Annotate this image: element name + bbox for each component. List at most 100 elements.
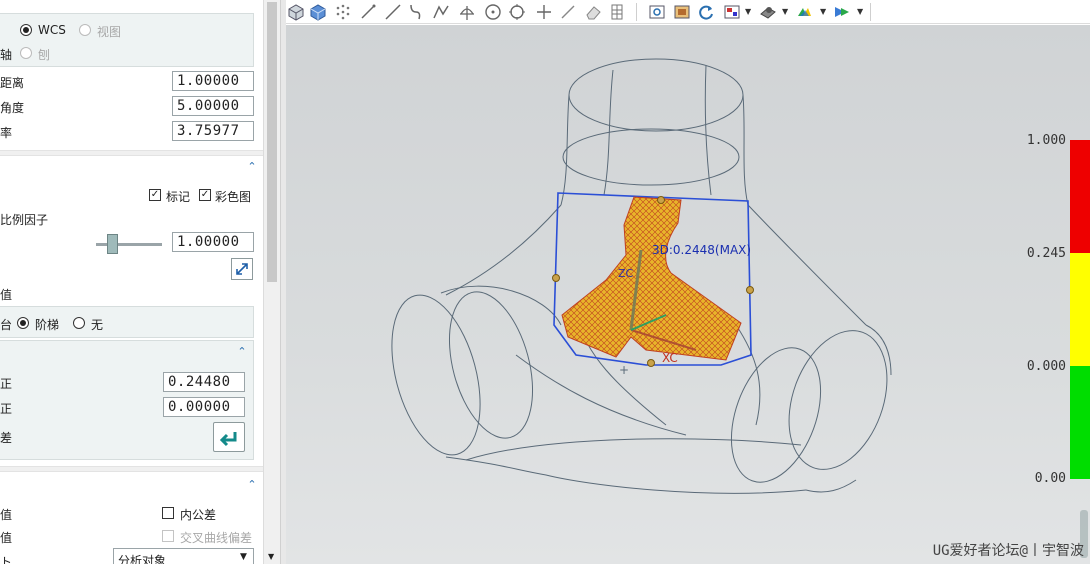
graphics-toolbar: ▼ ▼ ▼ ▼ <box>286 0 1090 24</box>
marker-label: 标记 <box>166 190 191 204</box>
eraser-icon[interactable] <box>583 2 603 22</box>
coord-row2-label: 轴 <box>0 48 13 62</box>
xc-axis-label: XC <box>662 351 678 365</box>
rate-input[interactable]: 3.75977 <box>172 121 254 141</box>
polyline-icon[interactable] <box>431 2 451 22</box>
colormap-label: 彩色图 <box>215 190 252 204</box>
circle-icon[interactable] <box>483 2 503 22</box>
tolerance-group: ⌃ 正 0.24480 正 0.00000 差 <box>0 340 254 460</box>
legend-value-1: 1.000 <box>1026 133 1066 148</box>
none-radio[interactable] <box>73 317 85 329</box>
render-icon[interactable] <box>672 2 692 22</box>
positive-tol-input[interactable]: 0.24480 <box>163 372 245 392</box>
none-label: 无 <box>91 318 104 332</box>
inner-tolerance-checkbox[interactable] <box>162 507 174 519</box>
negative-tol-label: 正 <box>0 402 13 416</box>
origin-cross-icon: + <box>619 363 629 377</box>
scroll-down-chevron-icon[interactable]: ▼ <box>268 552 274 561</box>
model-canvas: XC ZC 3D:0.2448(MAX) + <box>391 58 892 494</box>
collapse-bottom-chevron-up-icon[interactable]: ⌃ <box>246 479 258 490</box>
colormap-checkbox[interactable]: ✓ <box>199 189 211 201</box>
slash-icon[interactable] <box>558 2 578 22</box>
distance-label: 距离 <box>0 76 25 90</box>
forum-watermark: UG爱好者论坛@丨宇智波 <box>932 543 1084 559</box>
scale-factor-label: 比例因子 <box>0 213 49 227</box>
line-icon[interactable] <box>358 2 378 22</box>
cross-curve-checkbox[interactable] <box>162 530 174 542</box>
view-layout-icon[interactable] <box>722 2 742 22</box>
inner-tolerance-label: 内公差 <box>180 508 217 522</box>
analysis-dialog-panel: WCS 视图 轴 刨 距离 1.00000 角度 5.00000 率 3.759… <box>0 0 263 564</box>
distance-input[interactable]: 1.00000 <box>172 71 254 91</box>
view-radio[interactable] <box>79 24 91 36</box>
collapse-display-chevron-up-icon[interactable]: ⌃ <box>246 161 258 172</box>
circle2-icon[interactable] <box>507 2 527 22</box>
select-chevron-down-icon: ▼ <box>240 552 247 562</box>
analysis-object-select[interactable]: 分析对象 ▼ <box>113 548 254 564</box>
analysis-object-value: 分析对象 <box>118 554 167 564</box>
toolbar-separator <box>636 3 637 21</box>
plane-radio[interactable] <box>20 47 32 59</box>
zoom-fit-icon[interactable] <box>647 2 667 22</box>
display-mode-icon[interactable] <box>832 2 852 22</box>
graphics-viewport[interactable]: XC ZC 3D:0.2448(MAX) + 1.000 0.245 0.000… <box>286 25 1090 564</box>
line2-icon[interactable] <box>383 2 403 22</box>
scale-slider-track[interactable] <box>96 243 162 246</box>
wcs-radio[interactable] <box>20 24 32 36</box>
scale-factor-input[interactable]: 1.00000 <box>172 232 254 252</box>
cross-icon[interactable] <box>534 2 554 22</box>
legend-green-swatch <box>1070 366 1090 479</box>
zc-axis-label: ZC <box>618 267 634 280</box>
legend-yellow-swatch <box>1070 253 1090 366</box>
coordinate-system-group: WCS 视图 轴 刨 <box>0 13 254 67</box>
edge-color-icon[interactable] <box>795 2 815 22</box>
auto-scale-icon <box>236 263 248 275</box>
grid-icon[interactable] <box>607 2 627 22</box>
view-layout-dropdown-icon[interactable]: ▼ <box>745 7 751 16</box>
rate-label: 率 <box>0 126 13 140</box>
legend-value-2: 0.245 <box>1026 246 1066 261</box>
arc-icon[interactable] <box>457 2 477 22</box>
max-deviation-annotation: 3D:0.2448(MAX) <box>652 243 751 257</box>
cross-curve-label: 交叉曲线偏差 <box>180 531 253 545</box>
bottom-row1-label: 值 <box>0 508 13 522</box>
rotate-icon[interactable] <box>696 2 716 22</box>
plane-label: 刨 <box>38 48 51 62</box>
angle-label: 角度 <box>0 101 25 115</box>
legend-value-3: 0.000 <box>1026 359 1066 374</box>
collapse-tolerance-chevron-up-icon[interactable]: ⌃ <box>236 346 248 357</box>
auto-scale-button[interactable] <box>231 258 253 280</box>
edge-color-dropdown-icon[interactable]: ▼ <box>820 7 826 16</box>
bottom-row2-label: 值 <box>0 531 13 545</box>
levels-left-label: 台 <box>0 318 13 332</box>
shading-icon[interactable] <box>758 2 778 22</box>
section-separator <box>0 150 263 156</box>
return-arrow-icon <box>219 432 237 447</box>
wcs-label: WCS <box>38 23 66 37</box>
negative-tol-input[interactable]: 0.00000 <box>163 397 245 417</box>
section-separator-2 <box>0 466 263 472</box>
positive-tol-label: 正 <box>0 377 13 391</box>
spline-icon[interactable] <box>406 2 426 22</box>
diff-label: 差 <box>0 431 13 445</box>
cube-solid-icon[interactable] <box>308 2 328 22</box>
apply-tolerance-button[interactable] <box>213 422 245 452</box>
step-radio[interactable] <box>17 317 29 329</box>
levels-title: 值 <box>0 288 13 302</box>
cube-shaded-icon[interactable] <box>286 2 306 22</box>
levels-group: 台 阶梯 无 <box>0 306 254 338</box>
panel-scrollbar[interactable]: ▼ <box>263 0 280 564</box>
point-cloud-icon[interactable] <box>333 2 353 22</box>
toolbar-separator-2 <box>870 3 871 21</box>
shading-dropdown-icon[interactable]: ▼ <box>782 7 788 16</box>
display-mode-dropdown-icon[interactable]: ▼ <box>857 7 863 16</box>
panel-scrollbar-thumb[interactable] <box>267 2 277 282</box>
view-label: 视图 <box>97 25 122 39</box>
legend-red-swatch <box>1070 140 1090 253</box>
bottom-row3-label: ト <box>0 555 13 564</box>
angle-input[interactable]: 5.00000 <box>172 96 254 116</box>
step-label: 阶梯 <box>35 318 60 332</box>
legend-value-4: 0.00 <box>1034 471 1066 486</box>
scale-slider-handle[interactable] <box>107 234 118 254</box>
marker-checkbox[interactable]: ✓ <box>149 189 161 201</box>
